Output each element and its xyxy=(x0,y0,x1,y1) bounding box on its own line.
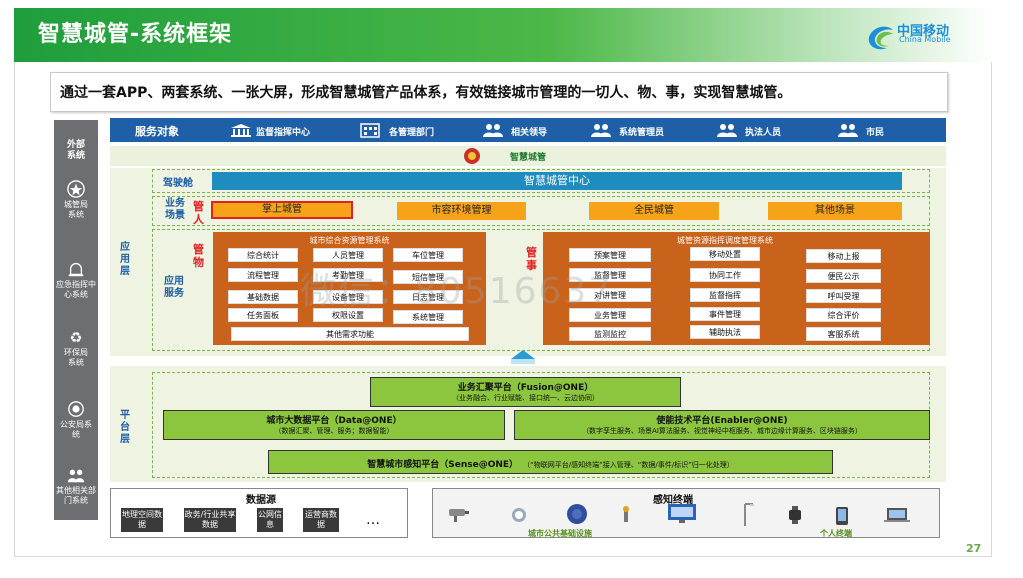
enabler-platform-title: 使能技术平台(Enabler@ONE) xyxy=(656,416,788,426)
module-item[interactable]: 预案管理 xyxy=(569,248,651,262)
data-platform-title: 城市大数据平台（Data@ONE） xyxy=(266,416,402,426)
city-management-center-bar: 智慧城管中心 xyxy=(212,172,902,190)
platform-layer-label: 平台层 xyxy=(120,410,130,445)
service-item-citizens: 市民 xyxy=(866,128,885,138)
fusion-platform[interactable]: 业务汇聚平台（Fusion@ONE） （业务融合、行业赋能、接口统一、云边协同） xyxy=(370,377,681,407)
module-item[interactable]: 移动处置 xyxy=(690,247,760,261)
service-item-departments: 各管理部门 xyxy=(389,128,435,138)
data-platform[interactable]: 城市大数据平台（Data@ONE） （数据汇聚、管理、服务；数据智能） xyxy=(163,410,505,440)
office-building-icon xyxy=(360,123,380,138)
subtitle-text: 通过一套APP、两套系统、一张大屏，形成智慧城管产品体系，有效链接城市管理的一切… xyxy=(60,85,792,101)
cctv-camera-icon xyxy=(449,509,469,522)
data-platform-desc: （数据汇聚、管理、服务；数据智能） xyxy=(274,427,394,435)
module-item[interactable]: 车位管理 xyxy=(393,248,463,262)
module-item[interactable]: 事件管理 xyxy=(690,307,760,321)
other-departments-item: 其他相关部门系统 xyxy=(54,466,98,506)
module-item[interactable]: 综合评价 xyxy=(806,308,881,322)
manage-people-label: 管人 xyxy=(193,200,204,226)
emergency-center-item: 应急指挥中心系统 xyxy=(54,260,98,300)
sensor-disk-icon xyxy=(567,504,587,524)
service-item-command-center: 监督指挥中心 xyxy=(256,128,311,138)
module-item[interactable]: 任务面板 xyxy=(228,308,298,322)
dispatch-system-title: 城管资源指挥调度管理系统 xyxy=(677,236,773,245)
service-targets-label: 服务对象 xyxy=(135,125,179,138)
police-badge-icon xyxy=(68,401,84,417)
sense-platform-desc: （“物联网平台/感知终端”接入管理、“数据/事件/标识”归一化处理） xyxy=(523,461,734,469)
enabler-platform-desc: （数字孪生服务、场景AI算法服务、视觉神经中枢服务、城市边缘计算服务、区块链服务… xyxy=(582,427,862,435)
module-item[interactable]: 监督指挥 xyxy=(690,288,760,302)
data-source-item[interactable]: 公网信息 xyxy=(257,508,283,532)
sense-platform[interactable]: 智慧城市感知平台（Sense@ONE） （“物联网平台/感知终端”接入管理、“数… xyxy=(268,450,833,474)
laptop-icon xyxy=(884,508,910,522)
recycle-icon: ♻ xyxy=(70,330,83,346)
service-item-enforcers: 执法人员 xyxy=(745,128,782,138)
street-light-icon xyxy=(744,503,754,526)
people-icon xyxy=(717,124,737,137)
page-number: 27 xyxy=(966,542,982,555)
slide-title: 智慧城管-系统框架 xyxy=(38,22,233,47)
up-arrow-shaft xyxy=(511,359,535,364)
module-item[interactable]: 综合统计 xyxy=(228,248,298,262)
scenario-other[interactable]: 其他场景 xyxy=(768,202,902,220)
module-item[interactable]: 协同工作 xyxy=(690,268,760,282)
module-item[interactable]: 辅助执法 xyxy=(690,325,760,339)
urban-management-bureau-item: 城管局系统 xyxy=(54,180,98,220)
module-item[interactable]: 流程管理 xyxy=(228,268,298,282)
manage-things-label: 管物 xyxy=(193,243,204,269)
fusion-platform-title: 业务汇聚平台（Fusion@ONE） xyxy=(457,383,594,393)
smartwatch-icon xyxy=(789,506,801,524)
display-screen-icon xyxy=(668,504,696,523)
sense-platform-title: 智慧城市感知平台（Sense@ONE） xyxy=(367,460,519,470)
data-source-item[interactable]: 运营商数据 xyxy=(303,508,339,532)
people-icon xyxy=(483,124,503,137)
resource-system-title: 城市综合资源管理系统 xyxy=(309,236,390,245)
scenario-environment[interactable]: 市容环境管理 xyxy=(397,202,526,220)
scenario-mobile-city[interactable]: 掌上城管 xyxy=(211,201,353,219)
data-source-item[interactable]: 地理空间数据 xyxy=(121,508,163,532)
module-item[interactable]: 移动上报 xyxy=(806,249,881,263)
module-item[interactable]: 呼叫受理 xyxy=(806,289,881,303)
data-source-title: 数据源 xyxy=(246,495,276,506)
badge-icon xyxy=(67,180,85,198)
module-item[interactable]: 人员管理 xyxy=(313,248,383,262)
service-item-admins: 系统管理员 xyxy=(619,128,665,138)
building-icon xyxy=(231,124,251,137)
scenario-citizen[interactable]: 全民城管 xyxy=(589,202,719,220)
personal-terminal-label: 个人终端 xyxy=(820,529,852,538)
water-meter-icon xyxy=(512,508,526,522)
logo-text-en: China Mobile xyxy=(899,35,951,44)
module-item-other[interactable]: 其他需求功能 xyxy=(231,327,469,341)
enabler-platform[interactable]: 使能技术平台(Enabler@ONE) （数字孪生服务、场景AI算法服务、视觉神… xyxy=(514,410,930,440)
city-infrastructure-label: 城市公共基础设施 xyxy=(528,529,592,538)
module-item[interactable]: 基础数据 xyxy=(228,290,298,304)
module-item[interactable]: 监测监控 xyxy=(569,327,651,341)
watermark-text: 微信：80516637 xyxy=(300,271,614,312)
service-item-leaders: 相关领导 xyxy=(511,128,548,138)
scenario-label: 业务场景 xyxy=(165,198,185,221)
system-name: 智慧城管 xyxy=(510,153,547,163)
module-item[interactable]: 客服系统 xyxy=(806,327,881,341)
application-layer-label: 应用层 xyxy=(120,242,130,277)
public-security-bureau-item: 公安局系统 xyxy=(54,400,98,440)
alarm-light-icon xyxy=(68,263,84,277)
external-systems-label: 外部系统 xyxy=(66,140,85,161)
people-icon xyxy=(838,124,858,137)
emblem-icon xyxy=(464,148,480,164)
environmental-bureau-item: ♻ 环保局系统 xyxy=(54,328,98,368)
up-arrow-icon xyxy=(511,350,535,359)
app-service-label: 应用服务 xyxy=(164,276,184,299)
gps-tracker-icon xyxy=(623,506,629,522)
data-source-item[interactable]: 政务/行业共享数据 xyxy=(184,508,236,532)
people-group-icon xyxy=(67,469,85,483)
fusion-platform-desc: （业务融合、行业赋能、接口统一、云边协同） xyxy=(452,394,599,402)
cockpit-label: 驾驶舱 xyxy=(163,178,193,189)
module-item[interactable]: 便民公示 xyxy=(806,269,881,283)
people-icon xyxy=(591,124,611,137)
mobile-phone-icon xyxy=(836,507,848,525)
svg-text:♻: ♻ xyxy=(70,330,83,346)
data-source-more: … xyxy=(366,512,380,528)
